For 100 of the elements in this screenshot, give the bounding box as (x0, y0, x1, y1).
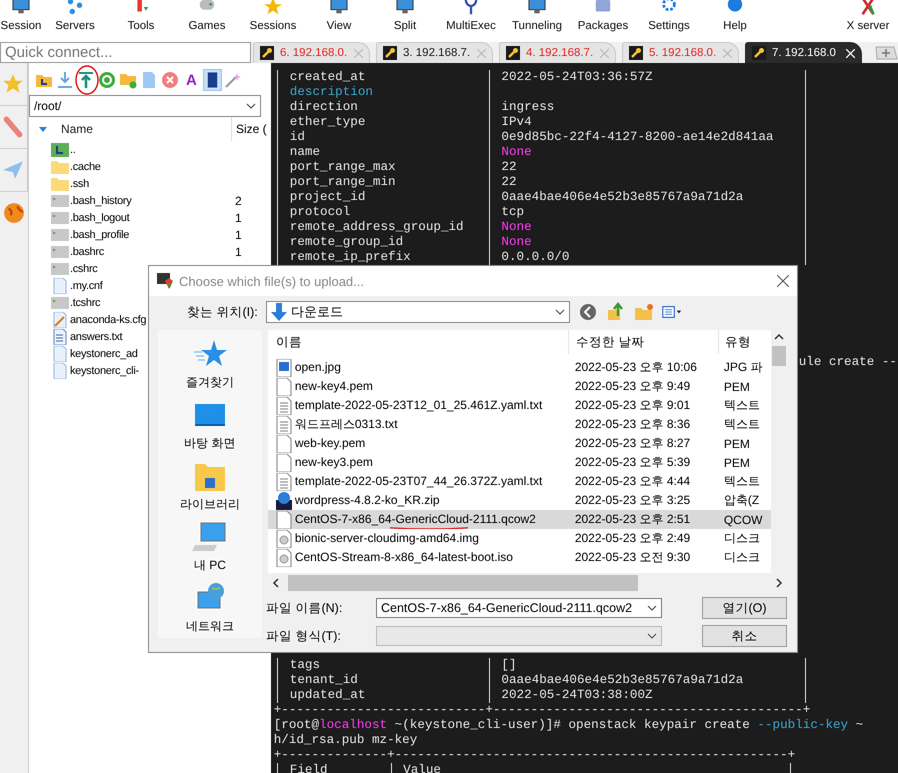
file-row[interactable]: open.jpg 2022-05-23 오후 10:06 JPG 파 (268, 358, 772, 377)
paper-plane-icon[interactable] (2, 159, 24, 181)
session-tab[interactable]: 4. 192.168.7. (499, 42, 616, 63)
file-name[interactable]: answers.txt (70, 330, 122, 342)
key-icon (752, 46, 766, 60)
field-value: 0e9d85bc-22f4-4127-8200-ae14e2d841aa (489, 130, 806, 145)
file-row[interactable]: CentOS-Stream-8-x86_64-latest-boot.iso 2022-05-23 오전 9:30 디스크 (268, 548, 772, 567)
file-name[interactable]: keystonerc_cli- (70, 364, 139, 376)
file-row[interactable]: bionic-server-cloudimg-amd64.img 2022-05-23 오후 2:49 디스크 (268, 529, 772, 548)
file-name[interactable]: .. (70, 144, 76, 156)
field-value: None (489, 235, 806, 250)
file-date: 2022-05-23 오후 2:51 (574, 511, 692, 528)
file-type: 압축(Z (722, 492, 760, 509)
session-tab[interactable]: 3. 192.168.7. (376, 42, 493, 63)
toolbar-button[interactable]: Tools (108, 0, 174, 32)
key-icon (506, 46, 520, 60)
file-name[interactable]: .bash_profile (70, 228, 130, 240)
circle-mark (74, 64, 100, 96)
file-date: 2022-05-23 오후 4:44 (574, 473, 692, 490)
file-name[interactable]: .tcshrc (70, 296, 100, 308)
column-header[interactable]: Size ( (230, 117, 267, 141)
up-folder-icon[interactable] (606, 302, 626, 322)
scrollbar-thumb[interactable] (772, 346, 786, 366)
field-value: 22 (489, 175, 806, 190)
toolbar-button[interactable]: Settings (636, 0, 702, 32)
quick-connect-field[interactable]: Quick connect... (0, 42, 251, 63)
globe-icon[interactable] (2, 202, 25, 224)
terminal-button[interactable] (202, 69, 222, 91)
open-button[interactable]: 열기(O) (702, 597, 787, 619)
file-name[interactable]: .cshrc (70, 262, 98, 274)
star-icon[interactable] (2, 73, 24, 95)
file-icon (276, 510, 292, 528)
toolbar-button[interactable]: MultiExec (438, 0, 504, 32)
toolbar-button[interactable]: Help (702, 0, 768, 32)
field-value: 0aae4bae406e4e52b3e85767a9a71d2a (489, 673, 806, 688)
field-name: description (277, 85, 490, 100)
field-value: IPv4 (489, 115, 806, 130)
file-row[interactable]: 워드프레스0313.txt 2022-05-23 오후 8:36 텍스트 (268, 415, 772, 434)
field-value: 2022-05-24T03:38:00Z (489, 688, 806, 703)
place-item[interactable]: 즐겨찾기 (186, 338, 234, 391)
file-date: 2022-05-23 오전 9:30 (574, 549, 692, 566)
session-tab[interactable]: 7. 192.168.0 (745, 42, 862, 63)
session-tab[interactable]: 6. 192.168.0. (253, 42, 370, 63)
disc-file-icon (276, 548, 292, 566)
file-name[interactable]: .cache (70, 160, 101, 172)
file-row[interactable]: new-key3.pem 2022-05-23 오후 5:39 PEM (268, 453, 772, 472)
column-header[interactable]: Name (60, 122, 231, 136)
delete-button[interactable] (160, 69, 180, 91)
toolbar-button[interactable]: Games (174, 0, 240, 32)
place-item[interactable]: 바탕 화면 (184, 399, 236, 452)
font-button[interactable]: A (182, 69, 201, 91)
file-row[interactable]: template-2022-05-23T07_44_26.372Z.yaml.txt 2022-05-23 오후 4:44 텍스트 (268, 472, 772, 491)
toolbar-button[interactable]: Split (372, 0, 438, 32)
dialog-title: Choose which file(s) to upload... (179, 274, 365, 288)
file-row[interactable]: CentOS-7-x86_64-GenericCloud-2111.qcow2 2022-05-23 오후 2:51 QCOW (268, 510, 772, 529)
file-row[interactable]: wordpress-4.8.2-ko_KR.zip 2022-05-23 오후 3:25 압축(Z (268, 491, 772, 510)
new-tab-icon[interactable] (874, 46, 898, 60)
toolbar-button[interactable]: Packages (570, 0, 636, 32)
toolbar-button[interactable]: View (306, 0, 372, 32)
tools-icon[interactable] (2, 116, 24, 138)
toolbar-button[interactable]: Tunneling (504, 0, 570, 32)
column-header[interactable]: 수정한 날짜 (568, 330, 718, 354)
file-name[interactable]: .my.cnf (70, 280, 103, 292)
file-name[interactable]: .ssh (70, 178, 89, 190)
text-file-icon (276, 396, 292, 414)
file-name[interactable]: .bashrc (70, 246, 104, 258)
place-item[interactable]: 내 PC (192, 521, 228, 574)
file-name: template-2022-05-23T12_01_25.461Z.yaml.txt (294, 399, 542, 412)
toolbar-button[interactable]: Servers (42, 0, 108, 32)
cancel-button[interactable]: 취소 (702, 625, 787, 647)
field-name: port_range_min (277, 175, 490, 190)
toolbar-button[interactable]: Session (0, 0, 42, 32)
close-icon[interactable] (777, 275, 789, 287)
file-name[interactable]: keystonerc_ad (70, 348, 138, 360)
file-name: CentOS-7-x86_64-GenericCloud-2111.qcow2 (294, 513, 536, 526)
path-dropdown[interactable]: /root/ (28, 95, 261, 117)
image-file-icon (276, 358, 292, 376)
folder-icon (50, 176, 69, 192)
session-tab[interactable]: 5. 192.168.0. (622, 42, 739, 63)
file-name-field[interactable]: CentOS-7-x86_64-GenericCloud-2111.qcow2 (376, 598, 662, 618)
file-name[interactable]: anaconda-ks.cfg (70, 314, 146, 326)
toolbar-button[interactable]: Sessions (240, 0, 306, 32)
place-item[interactable]: 라이브러리 (180, 460, 240, 513)
back-icon[interactable] (578, 302, 598, 322)
file-name[interactable]: .bash_history (70, 194, 132, 206)
field-value: ingress (489, 100, 806, 115)
file-date: 2022-05-23 오후 10:06 (574, 359, 698, 376)
file-row[interactable]: new-key4.pem 2022-05-23 오후 9:49 PEM (268, 377, 772, 396)
place-item[interactable]: 네트워크 (186, 582, 234, 635)
column-header[interactable]: 이름 (268, 334, 568, 350)
toolbar-button[interactable]: X server (838, 0, 898, 32)
file-icon (50, 278, 69, 294)
file-row[interactable]: web-key.pem 2022-05-23 오후 8:27 PEM (268, 434, 772, 453)
new-folder-icon[interactable] (634, 302, 654, 322)
look-in-dropdown[interactable]: 다운로드 (266, 301, 570, 323)
file-row[interactable]: template-2022-05-23T12_01_25.461Z.yaml.txt 2022-05-23 오후 9:01 텍스트 (268, 396, 772, 415)
scrollbar-thumb[interactable] (288, 575, 638, 591)
file-type-dropdown[interactable] (376, 626, 662, 646)
refresh-button[interactable] (98, 69, 117, 91)
file-name[interactable]: .bash_logout (70, 212, 130, 224)
